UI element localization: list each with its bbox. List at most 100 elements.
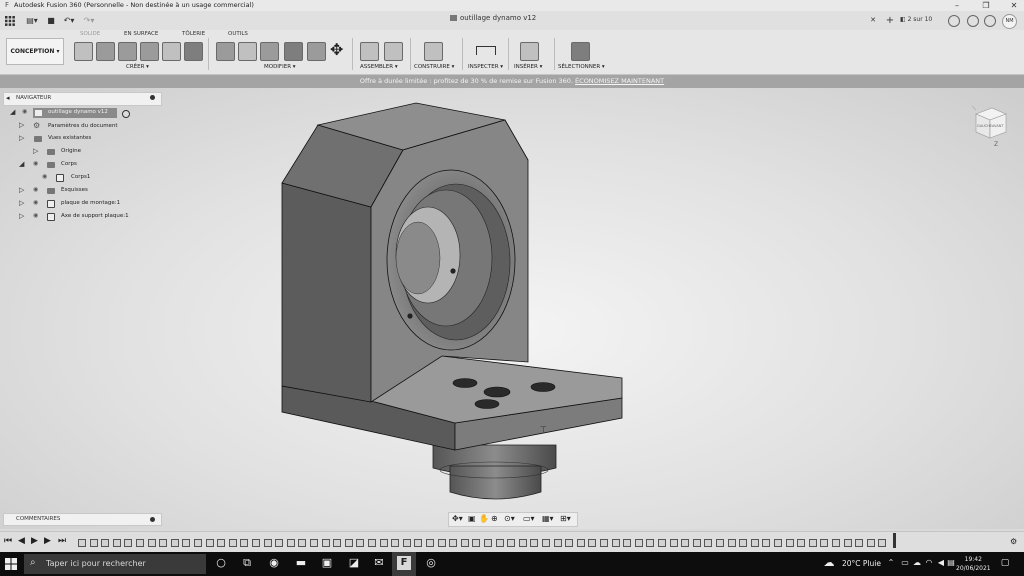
- pan-icon[interactable]: ✋: [479, 514, 489, 523]
- timeline-play-icon[interactable]: ▶: [31, 536, 38, 547]
- timeline-feature[interactable]: [240, 539, 248, 547]
- app-icon[interactable]: ◪: [347, 556, 361, 570]
- windows-start-icon[interactable]: [5, 558, 17, 572]
- group-assembler[interactable]: ASSEMBLER ▾: [360, 64, 398, 70]
- expand-triangle-icon[interactable]: ▷: [19, 199, 24, 207]
- timeline-feature[interactable]: [356, 539, 364, 547]
- timeline-feature[interactable]: [855, 539, 863, 547]
- redo-icon[interactable]: ↷▾: [82, 14, 96, 27]
- expand-triangle-icon[interactable]: ◢: [10, 108, 15, 116]
- group-creer[interactable]: CRÉER ▾: [126, 64, 149, 70]
- timeline-feature[interactable]: [797, 539, 805, 547]
- chrome-icon[interactable]: ◎: [424, 556, 438, 570]
- group-inserer[interactable]: INSÉRER ▾: [514, 64, 542, 70]
- timeline-feature[interactable]: [124, 539, 132, 547]
- data-panel-grid-icon[interactable]: [4, 14, 16, 27]
- timeline-feature[interactable]: [322, 539, 330, 547]
- minimize-button[interactable]: –: [948, 0, 966, 11]
- joint-icon[interactable]: [384, 42, 403, 61]
- timeline-feature[interactable]: [762, 539, 770, 547]
- timeline-feature[interactable]: [403, 539, 411, 547]
- user-avatar[interactable]: NM: [1002, 14, 1017, 29]
- grid-snap-icon[interactable]: ▦▾: [542, 514, 554, 523]
- timeline-feature[interactable]: [681, 539, 689, 547]
- timeline-feature[interactable]: [577, 539, 585, 547]
- timeline-feature[interactable]: [530, 539, 538, 547]
- timeline-feature[interactable]: [728, 539, 736, 547]
- tab-tolerie[interactable]: TÔLERIE: [182, 31, 205, 37]
- show-hidden-icons-chevron-icon[interactable]: ⌃: [884, 556, 898, 570]
- timeline-feature[interactable]: [206, 539, 214, 547]
- timeline-feature[interactable]: [600, 539, 608, 547]
- timeline-feature[interactable]: [264, 539, 272, 547]
- timeline-feature[interactable]: [751, 539, 759, 547]
- tab-en-surface[interactable]: EN SURFACE: [124, 31, 158, 37]
- viewcube[interactable]: GAUCHE AVANT Z: [966, 100, 1016, 150]
- timeline-feature[interactable]: [148, 539, 156, 547]
- timeline-feature[interactable]: [449, 539, 457, 547]
- taskbar-search[interactable]: ⌕ Taper ici pour rechercher: [24, 554, 206, 574]
- shell-icon[interactable]: [284, 42, 303, 61]
- timeline-feature[interactable]: [275, 539, 283, 547]
- timeline-feature[interactable]: [716, 539, 724, 547]
- pattern-icon[interactable]: [162, 42, 181, 61]
- timeline-feature[interactable]: [844, 539, 852, 547]
- revolve-icon[interactable]: [118, 42, 137, 61]
- visibility-eye-icon[interactable]: ◉: [33, 199, 38, 206]
- zoom-icon[interactable]: ⊕: [491, 514, 498, 523]
- timeline-feature[interactable]: [461, 539, 469, 547]
- cortana-icon[interactable]: ○: [214, 556, 228, 570]
- new-tab-button[interactable]: +: [883, 14, 897, 27]
- timeline-back-icon[interactable]: ◀: [18, 536, 25, 547]
- timeline-forward-icon[interactable]: ▶: [44, 536, 51, 547]
- timeline-settings-icon[interactable]: ⚙: [1010, 536, 1017, 547]
- timeline-feature[interactable]: [368, 539, 376, 547]
- chamfer-icon[interactable]: [260, 42, 279, 61]
- look-at-icon[interactable]: ▣: [468, 514, 476, 523]
- expand-triangle-icon[interactable]: ▷: [19, 134, 24, 142]
- weather-status[interactable]: 20°C Pluie: [842, 559, 881, 568]
- timeline-feature[interactable]: [438, 539, 446, 547]
- timeline-feature[interactable]: [623, 539, 631, 547]
- save-icon[interactable]: ■: [46, 14, 56, 27]
- timeline-feature[interactable]: [252, 539, 260, 547]
- timeline-feature[interactable]: [229, 539, 237, 547]
- timeline-feature[interactable]: [136, 539, 144, 547]
- mail-icon[interactable]: ✉: [372, 556, 386, 570]
- move-copy-icon[interactable]: ✥: [330, 41, 343, 59]
- timeline-feature[interactable]: [646, 539, 654, 547]
- press-pull-icon[interactable]: [216, 42, 235, 61]
- timeline-feature[interactable]: [786, 539, 794, 547]
- timeline-feature[interactable]: [194, 539, 202, 547]
- maximize-button[interactable]: ❐: [977, 0, 995, 11]
- zoom-window-icon[interactable]: ⊙▾: [504, 514, 515, 523]
- tree-item-plaque[interactable]: plaque de montage:1: [61, 200, 120, 206]
- job-status[interactable]: ◧ 2 sur 10: [900, 16, 932, 23]
- timeline-feature[interactable]: [670, 539, 678, 547]
- timeline-feature[interactable]: [426, 539, 434, 547]
- promo-link[interactable]: ÉCONOMISEZ MAINTENANT: [575, 77, 664, 85]
- taskbar-clock[interactable]: 19:42 20/06/2021: [956, 555, 991, 573]
- timeline-feature[interactable]: [565, 539, 573, 547]
- timeline-feature[interactable]: [310, 539, 318, 547]
- timeline-feature[interactable]: [693, 539, 701, 547]
- timeline-feature[interactable]: [90, 539, 98, 547]
- group-inspecter[interactable]: INSPECTER ▾: [468, 64, 503, 70]
- timeline-feature[interactable]: [345, 539, 353, 547]
- timeline-feature[interactable]: [554, 539, 562, 547]
- viewcube-right-face[interactable]: AVANT: [992, 124, 1004, 128]
- add-comment-icon[interactable]: [150, 517, 155, 522]
- timeline-feature[interactable]: [380, 539, 388, 547]
- display-settings-icon[interactable]: ▭▾: [523, 514, 535, 523]
- hole-icon[interactable]: [140, 42, 159, 61]
- visibility-eye-icon[interactable]: ◉: [42, 173, 47, 180]
- timeline-feature[interactable]: [820, 539, 828, 547]
- workspace-switcher[interactable]: CONCEPTION ▾: [6, 38, 64, 65]
- select-arrow-icon[interactable]: [571, 42, 590, 61]
- box-icon[interactable]: [184, 42, 203, 61]
- notifications-icon[interactable]: [948, 15, 960, 27]
- fusion360-taskbar-button[interactable]: F: [392, 552, 416, 576]
- help-icon[interactable]: [984, 15, 996, 27]
- expand-triangle-icon[interactable]: ◢: [19, 160, 24, 168]
- visibility-eye-icon[interactable]: ◉: [22, 108, 27, 115]
